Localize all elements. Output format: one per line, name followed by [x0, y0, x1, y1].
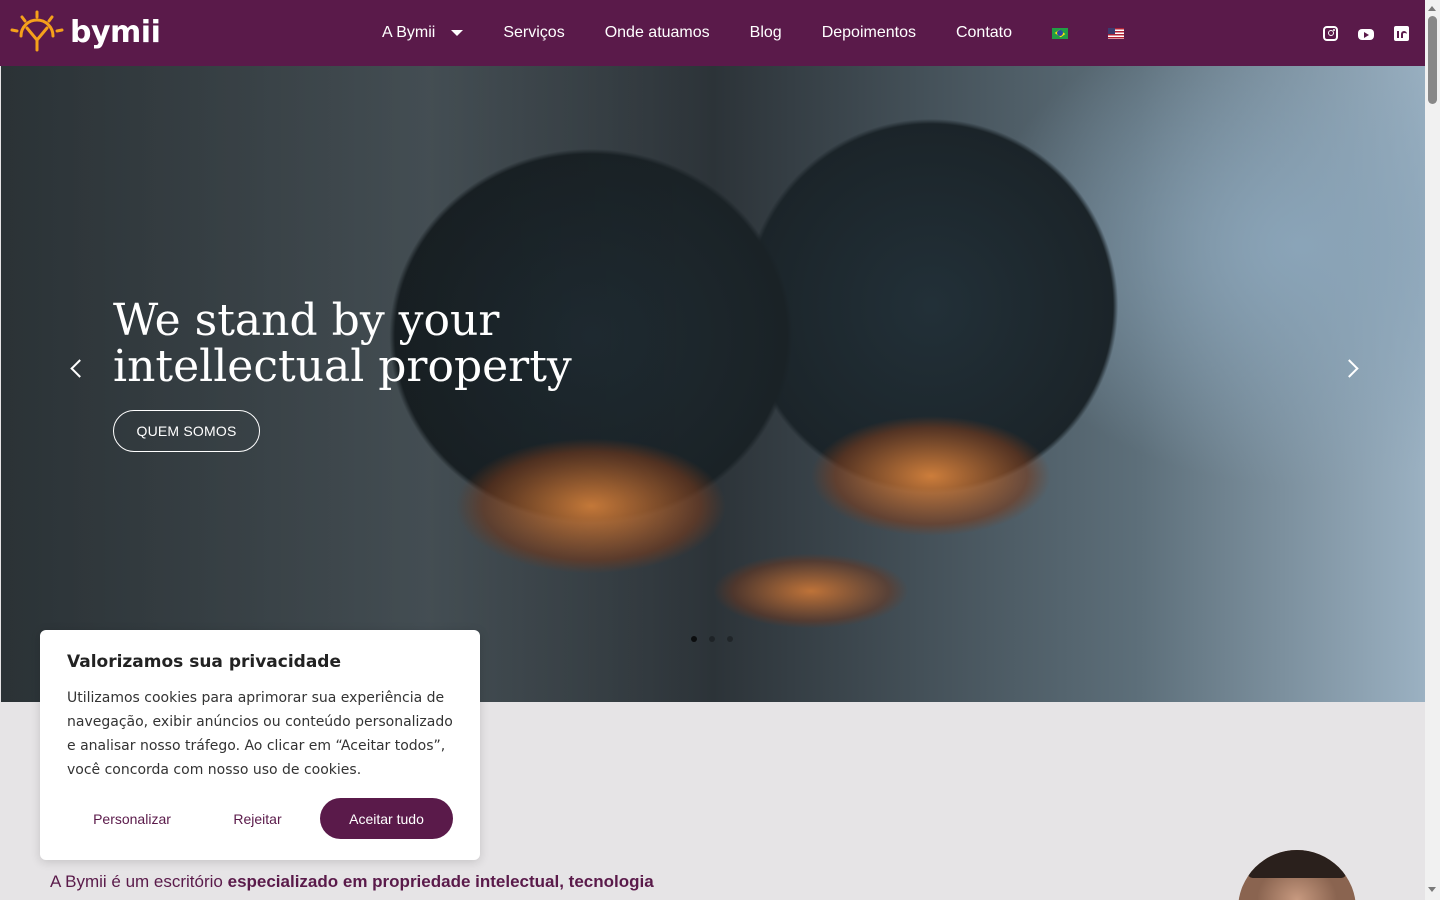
nav-item-label: Contato [955, 24, 1013, 41]
quem-somos-button[interactable]: QUEM SOMOS [113, 410, 260, 452]
nav-item-depoimentos[interactable]: Depoimentos [822, 24, 916, 42]
nav-item-label: Onde atuamos [604, 24, 710, 41]
brazil-flag-icon[interactable] [1052, 27, 1069, 39]
slider-dot[interactable] [691, 636, 697, 642]
slider-next-arrow-icon[interactable] [1341, 357, 1361, 379]
intro-text-plain: A Bymii é um escritório [50, 872, 228, 891]
nav-item-label: Depoimentos [821, 24, 916, 41]
intro-text: A Bymii é um escritório especializado em… [50, 872, 654, 892]
slider-dot[interactable] [709, 636, 715, 642]
slider-prev-arrow-icon[interactable] [67, 357, 87, 379]
nav-item-a-bymii[interactable]: A Bymii [382, 24, 464, 42]
page-scrollbar[interactable] [1425, 0, 1440, 900]
intro-text-bold: especializado em propriedade intelectual… [227, 872, 654, 891]
nav-item-onde-atuamos[interactable]: Onde atuamos [605, 24, 710, 42]
accept-all-cookies-button[interactable]: Aceitar tudo [320, 798, 453, 839]
cookie-consent-banner: Valorizamos sua privacidade Utilizamos c… [40, 630, 480, 860]
scroll-up-arrow-icon[interactable] [1428, 6, 1436, 11]
team-member-photo [1238, 850, 1356, 900]
customize-cookies-button[interactable]: Personalizar [67, 798, 197, 839]
social-links [1303, 0, 1409, 66]
slider-dot[interactable] [727, 636, 733, 642]
nav-item-contato[interactable]: Contato [956, 24, 1012, 42]
logo[interactable]: bymii [10, 10, 161, 54]
cookie-title: Valorizamos sua privacidade [67, 652, 342, 672]
hero-title: We stand by your intellectual property [113, 295, 572, 392]
cookie-text: Utilizamos cookies para aprimorar sua ex… [67, 690, 453, 778]
nav-item-label: Serviços [503, 24, 565, 41]
slider-pagination [691, 636, 745, 642]
caret-down-icon [451, 30, 464, 36]
scrollbar-thumb[interactable] [1428, 16, 1437, 104]
logo-text: bymii [70, 14, 161, 50]
nav-item-blog[interactable]: Blog [750, 24, 782, 42]
reject-cookies-button[interactable]: Rejeitar [195, 798, 320, 839]
scroll-down-arrow-icon[interactable] [1428, 887, 1436, 892]
us-flag-icon[interactable] [1108, 27, 1125, 39]
youtube-icon[interactable] [1358, 28, 1374, 40]
nav-item-servicos[interactable]: Serviços [503, 24, 564, 42]
site-header: bymii A Bymii Serviços Onde atuamos Blog… [0, 0, 1425, 66]
nav-item-label: Blog [749, 24, 782, 41]
instagram-icon[interactable] [1323, 25, 1338, 41]
main-nav: A Bymii Serviços Onde atuamos Blog Depoi… [382, 0, 1164, 66]
hero-slider: We stand by your intellectual property Q… [1, 66, 1425, 702]
nav-item-label: A Bymii [382, 24, 436, 41]
bymii-sun-logo-icon [10, 10, 64, 52]
linkedin-icon[interactable] [1394, 25, 1409, 41]
